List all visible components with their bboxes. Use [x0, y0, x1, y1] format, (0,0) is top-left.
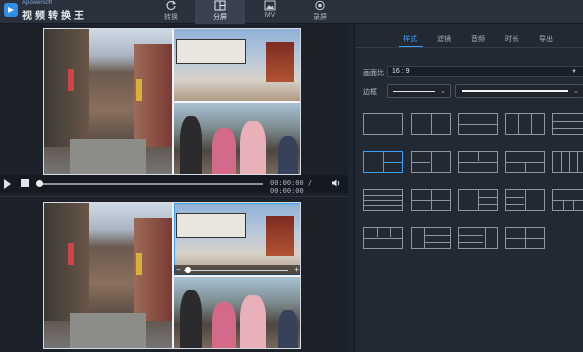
subtab-audio[interactable]: 音频 — [471, 34, 485, 44]
zoom-slider[interactable]: − + — [174, 265, 300, 275]
player-controls: 00:00:00 / 00:00:00 — [0, 175, 348, 195]
video-cell-street[interactable] — [44, 29, 172, 174]
layout-template-3-1[interactable] — [505, 189, 545, 211]
layout-template-top-2[interactable] — [458, 151, 498, 173]
video-cell-street[interactable] — [44, 203, 172, 348]
layout-template-mixed-2[interactable] — [458, 227, 498, 249]
tab-split-screen[interactable]: 分屏 — [195, 0, 245, 24]
refresh-icon — [166, 0, 177, 11]
layout-template-grid-4b[interactable] — [505, 227, 545, 249]
layout-template-1-3[interactable] — [458, 189, 498, 211]
layout-template-4v[interactable] — [552, 151, 583, 173]
tab-mv[interactable]: MV — [245, 0, 295, 24]
video-cell-banner-selected[interactable]: − + — [174, 203, 300, 275]
layout-template-1-2-active[interactable] — [363, 151, 403, 173]
app-logo-icon — [4, 3, 18, 17]
divider — [355, 47, 583, 48]
layout-template-2h[interactable] — [458, 113, 498, 135]
stop-button[interactable] — [21, 179, 29, 187]
tab-label: 转换 — [164, 14, 178, 21]
title-bar: Apowersoft 视频转换王 转换 分屏 MV 录屏 — [0, 0, 583, 24]
chevron-down-icon: ⌄ — [573, 88, 579, 95]
tab-convert[interactable]: 转换 — [146, 0, 196, 24]
brand-name-en: Apowersoft — [22, 0, 53, 6]
layout-template-4h[interactable] — [363, 189, 403, 211]
split-preview-canvas — [43, 28, 301, 175]
divider — [0, 196, 348, 197]
split-screen-icon — [214, 0, 226, 11]
video-cell-crowd[interactable] — [174, 103, 300, 174]
subtab-duration[interactable]: 时长 — [505, 34, 519, 44]
layout-template-2v[interactable] — [411, 113, 451, 135]
progress-knob[interactable] — [36, 180, 43, 187]
layout-template-mixed-1[interactable] — [411, 227, 451, 249]
progress-bar[interactable] — [36, 180, 263, 187]
tab-label: MV — [264, 12, 276, 19]
layout-template-bottom-3[interactable] — [363, 227, 403, 249]
layout-template-3h[interactable] — [552, 113, 583, 135]
subtab-style[interactable]: 样式 — [403, 34, 417, 44]
tab-label: 录屏 — [313, 14, 327, 21]
aspect-ratio-select[interactable]: 16 : 9 ▼ — [387, 66, 583, 77]
layout-template-2-1[interactable] — [411, 151, 451, 173]
zoom-knob[interactable] — [185, 267, 191, 273]
layout-template-3v[interactable] — [505, 113, 545, 135]
settings-panel: 样式 滤镜 音频 时长 导出 画面比 16 : 9 ▼ 边框 ⌄ ⌄ — [354, 25, 583, 352]
layout-template-grid-4[interactable] — [411, 189, 451, 211]
video-cell-crowd[interactable] — [174, 277, 300, 348]
border-width-select[interactable]: ⌄ — [455, 84, 583, 98]
tab-record[interactable]: 录屏 — [295, 0, 345, 24]
zoom-out-icon[interactable]: − — [176, 265, 181, 274]
record-icon — [315, 0, 325, 11]
split-edit-canvas: − + — [43, 202, 301, 349]
aspect-ratio-value: 16 : 9 — [392, 68, 410, 75]
chevron-down-icon: ⌄ — [440, 88, 446, 95]
image-icon — [264, 0, 276, 11]
tab-label: 分屏 — [213, 14, 227, 21]
layout-template-bottom-2[interactable] — [505, 151, 545, 173]
ratio-label: 画面比 — [363, 70, 384, 77]
zoom-in-icon[interactable]: + — [294, 265, 299, 274]
play-button[interactable] — [4, 179, 11, 189]
border-style-select[interactable]: ⌄ — [387, 84, 451, 98]
layout-template-1[interactable] — [363, 113, 403, 135]
volume-icon[interactable] — [331, 178, 341, 188]
brand-name: 视频转换王 — [22, 11, 87, 22]
preview-area: 00:00:00 / 00:00:00 − + — [0, 25, 348, 352]
video-cell-banner[interactable] — [174, 29, 300, 101]
subtab-export[interactable]: 导出 — [539, 34, 553, 44]
chevron-down-icon: ▼ — [571, 69, 577, 75]
subtab-filter[interactable]: 滤镜 — [437, 34, 451, 44]
layout-template-top-3[interactable] — [552, 189, 583, 211]
border-label: 边框 — [363, 89, 377, 96]
